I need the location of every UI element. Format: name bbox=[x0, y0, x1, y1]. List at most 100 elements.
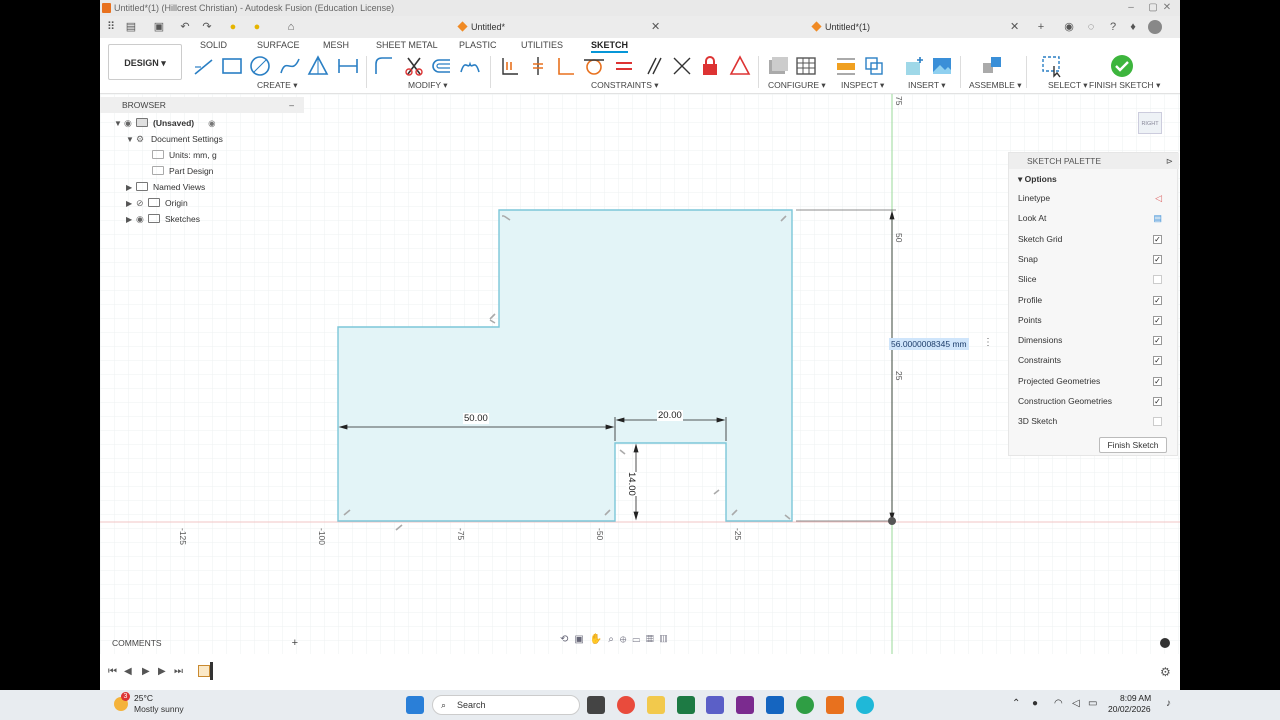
more-options-icon[interactable]: ⋮ bbox=[983, 337, 993, 348]
grid-menu-icon[interactable]: ⠿ bbox=[104, 20, 118, 34]
group-insert[interactable]: INSERT ▾ bbox=[908, 80, 946, 91]
online-icon[interactable]: ◉ bbox=[1062, 20, 1076, 34]
new-tab-icon[interactable]: + bbox=[1034, 20, 1048, 34]
circle-icon[interactable] bbox=[248, 54, 272, 78]
chevron-down-icon[interactable]: ▼ bbox=[114, 116, 124, 132]
palette-checkbox[interactable]: ✓ bbox=[1153, 376, 1162, 386]
finish-sketch-button[interactable]: Finish Sketch bbox=[1099, 437, 1167, 453]
polygon-icon[interactable] bbox=[306, 54, 330, 78]
palette-row[interactable]: 3D Sketch bbox=[1018, 412, 1170, 430]
volume-icon[interactable]: ◁ bbox=[1072, 698, 1080, 709]
collinear-icon[interactable] bbox=[670, 54, 694, 78]
chrome-icon[interactable] bbox=[617, 696, 635, 714]
teams-icon[interactable] bbox=[706, 696, 724, 714]
spline-icon[interactable] bbox=[278, 54, 302, 78]
clock-date[interactable]: 20/02/2026 bbox=[1108, 704, 1151, 714]
tab-sheet-metal[interactable]: SHEET METAL bbox=[376, 40, 438, 50]
radio-icon[interactable]: ◉ bbox=[208, 118, 215, 128]
add-comment-icon[interactable]: + bbox=[292, 636, 298, 650]
task-view-icon[interactable] bbox=[587, 696, 605, 714]
tab-surface[interactable]: SURFACE bbox=[257, 40, 300, 50]
eye-icon[interactable]: ◉ bbox=[124, 115, 136, 131]
avatar[interactable] bbox=[1148, 20, 1162, 34]
assemble-joint-icon[interactable] bbox=[980, 54, 1004, 78]
tab-solid[interactable]: SOLID bbox=[200, 40, 227, 50]
dimension-tool-icon[interactable] bbox=[336, 54, 360, 78]
excel-icon[interactable] bbox=[677, 696, 695, 714]
chrome-profile-icon[interactable] bbox=[796, 696, 814, 714]
palette-checkbox[interactable] bbox=[1153, 417, 1162, 427]
table-icon[interactable] bbox=[794, 54, 818, 78]
fusion-taskbar-icon[interactable] bbox=[826, 696, 844, 714]
file-icon[interactable]: ▤ bbox=[124, 20, 138, 34]
tab-utilities[interactable]: UTILITIES bbox=[521, 40, 563, 50]
palette-checkbox[interactable]: ✓ bbox=[1153, 295, 1162, 305]
fillet-icon[interactable] bbox=[372, 54, 396, 78]
comments-bar[interactable]: COMMENTS + bbox=[112, 636, 304, 650]
job-status-icon[interactable]: ◌ bbox=[1084, 20, 1098, 34]
browser-item-origin[interactable]: ▶ ⊘ Origin bbox=[126, 195, 188, 211]
origin-point[interactable] bbox=[888, 517, 896, 525]
home-icon[interactable]: ⌂ bbox=[284, 20, 298, 34]
look-at-icon[interactable]: ▤ bbox=[1153, 209, 1162, 227]
close-tab-icon[interactable]: ✕ bbox=[1010, 16, 1019, 38]
first-frame-icon[interactable]: ⏮ bbox=[108, 666, 117, 677]
timeline-settings-icon[interactable]: ⚙ bbox=[1160, 665, 1171, 679]
equal-icon[interactable] bbox=[612, 54, 636, 78]
collapse-icon[interactable]: – bbox=[289, 97, 294, 113]
undo-icon[interactable]: ↶ bbox=[178, 20, 192, 34]
palette-row[interactable]: Construction Geometries ✓ bbox=[1018, 392, 1170, 410]
fix-lock-icon[interactable] bbox=[698, 54, 722, 78]
wifi-icon[interactable]: ◠ bbox=[1054, 698, 1063, 709]
play-icon[interactable]: ▶ bbox=[142, 666, 150, 677]
pan-icon[interactable]: ✋ bbox=[590, 634, 608, 645]
chevron-right-icon[interactable]: ▶ bbox=[126, 212, 136, 228]
palette-row[interactable]: Sketch Grid ✓ bbox=[1018, 230, 1170, 248]
tray-chevron-icon[interactable]: ⌃ bbox=[1012, 698, 1020, 709]
display-settings-icon[interactable]: ▭ bbox=[632, 634, 646, 645]
configure-icon[interactable] bbox=[766, 54, 790, 78]
workspace-switcher[interactable]: DESIGN ▾ bbox=[108, 44, 182, 80]
bulb-dropdown-icon[interactable]: ● bbox=[250, 20, 264, 34]
microphone-icon[interactable]: ● bbox=[1032, 698, 1038, 709]
windows-start-icon[interactable] bbox=[406, 696, 424, 714]
trim-icon[interactable] bbox=[402, 54, 426, 78]
chevron-right-icon[interactable]: ▶ bbox=[126, 196, 136, 212]
outlook-icon[interactable] bbox=[766, 696, 784, 714]
tangent-icon[interactable] bbox=[582, 54, 606, 78]
orbit-icon[interactable]: ⟲ bbox=[560, 634, 574, 645]
insert-image-icon[interactable] bbox=[930, 54, 954, 78]
dim-label-14[interactable]: 14.00 bbox=[626, 472, 637, 496]
perpendicular-icon[interactable] bbox=[554, 54, 578, 78]
palette-checkbox[interactable]: ✓ bbox=[1153, 356, 1162, 366]
close-window-icon[interactable]: ✕ bbox=[1154, 0, 1180, 16]
browser-item-named-views[interactable]: ▶ Named Views bbox=[126, 179, 205, 195]
dimension-input-field[interactable]: 56.0000008345 mm bbox=[889, 338, 969, 350]
finish-sketch-check-icon[interactable] bbox=[1110, 54, 1134, 78]
prev-frame-icon[interactable]: ◀ bbox=[124, 666, 132, 677]
doc-tab-untitled-1[interactable]: Untitled*(1) bbox=[811, 16, 870, 38]
fit-icon[interactable]: ⊕ bbox=[620, 634, 633, 645]
palette-checkbox[interactable]: ✓ bbox=[1153, 336, 1162, 346]
look-at-icon[interactable]: ▣ bbox=[574, 634, 589, 645]
tab-plastic[interactable]: PLASTIC bbox=[459, 40, 497, 50]
last-frame-icon[interactable]: ⏭ bbox=[174, 666, 183, 677]
measure-icon[interactable] bbox=[834, 54, 858, 78]
parallel-icon[interactable] bbox=[642, 54, 666, 78]
coincident-icon[interactable] bbox=[526, 54, 550, 78]
palette-checkbox[interactable]: ✓ bbox=[1153, 397, 1162, 406]
palette-row[interactable]: Points ✓ bbox=[1018, 311, 1170, 329]
line-icon[interactable] bbox=[192, 54, 216, 78]
browser-item-root[interactable]: ▼ ◉ (Unsaved) ◉ bbox=[114, 115, 216, 131]
palette-checkbox[interactable] bbox=[1153, 275, 1162, 285]
taskbar-search[interactable]: ⌕ Search bbox=[432, 695, 580, 715]
group-constraints[interactable]: CONSTRAINTS ▾ bbox=[591, 80, 659, 91]
notifications-icon[interactable]: ♦ bbox=[1126, 20, 1140, 34]
grid-settings-icon[interactable]: ▦ bbox=[646, 634, 660, 645]
interference-icon[interactable] bbox=[862, 54, 886, 78]
mirror-icon[interactable] bbox=[458, 54, 482, 78]
palette-row[interactable]: Look At ▤ bbox=[1018, 209, 1170, 227]
redo-icon[interactable]: ↷ bbox=[200, 20, 214, 34]
palette-options-section[interactable]: ▾ Options bbox=[1018, 170, 1170, 188]
symmetry-icon[interactable] bbox=[728, 54, 752, 78]
